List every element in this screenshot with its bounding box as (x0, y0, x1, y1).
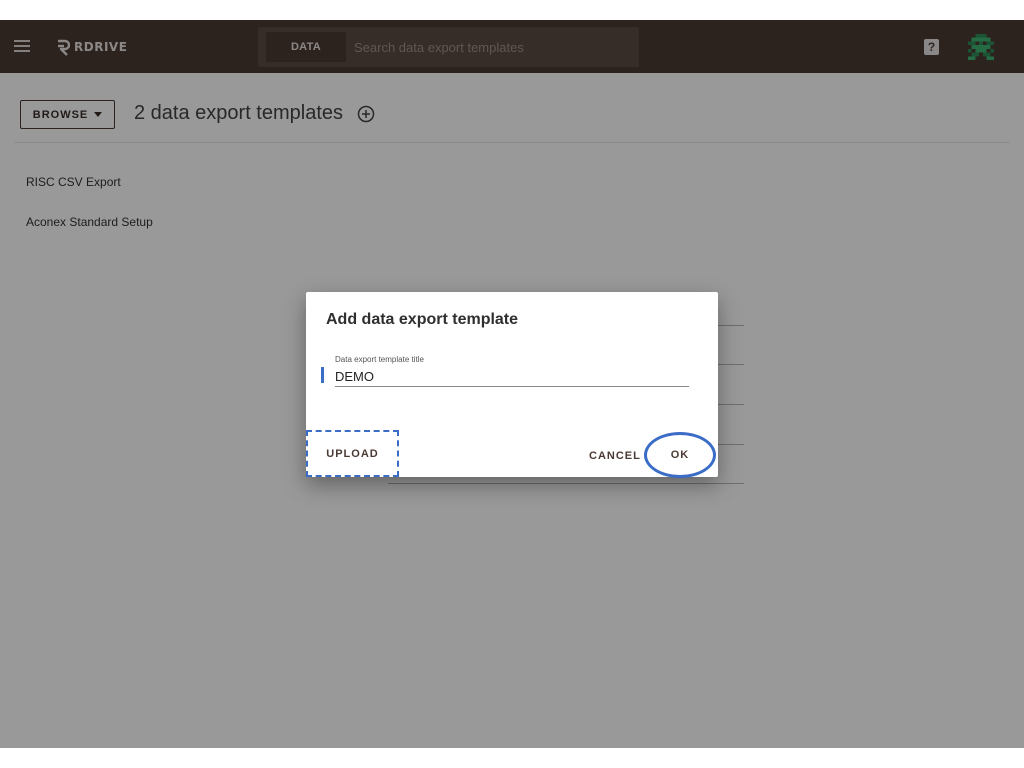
cancel-button[interactable]: CANCEL (589, 446, 641, 464)
cancel-button-label: CANCEL (589, 450, 641, 462)
ok-button[interactable]: OK (644, 432, 716, 478)
template-title-input[interactable] (335, 366, 689, 387)
divider (388, 483, 744, 484)
add-template-dialog: Add data export template Data export tem… (306, 292, 718, 478)
app-window: RDRIVE DATA ? BROWSE 2 (0, 20, 1024, 748)
upload-button-label: UPLOAD (326, 447, 379, 460)
field-label: Data export template title (335, 355, 424, 364)
upload-button[interactable]: UPLOAD (306, 430, 399, 477)
dialog-title: Add data export template (326, 311, 519, 328)
ok-button-label: OK (670, 449, 690, 461)
focus-indicator (321, 367, 324, 383)
